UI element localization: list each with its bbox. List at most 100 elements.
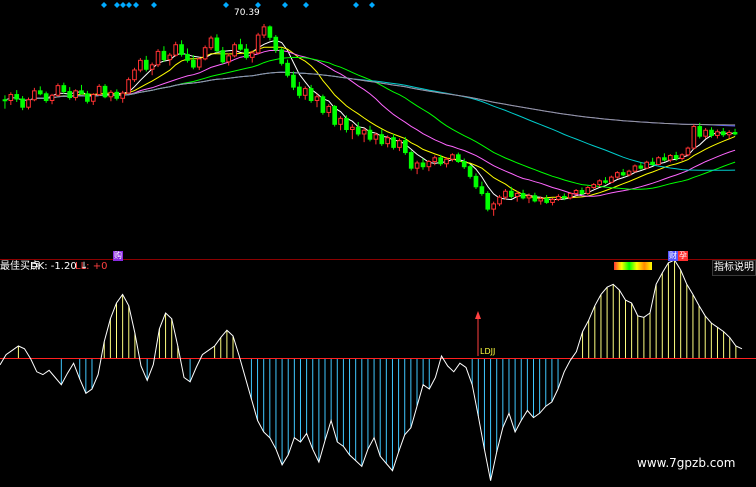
candle-body: [120, 92, 126, 99]
candle-body: [373, 134, 379, 140]
candle-body: [632, 165, 638, 172]
ma20-line: [4, 49, 736, 197]
candle-body: [503, 190, 508, 198]
candle-body: [279, 49, 285, 64]
tag-gou: 购: [113, 251, 123, 261]
candle-body: [338, 117, 343, 125]
candle-body: [185, 53, 190, 61]
tag-yun: 孕: [678, 251, 688, 261]
candle-body: [302, 88, 308, 96]
ma10-line: [4, 46, 736, 200]
candle-body: [403, 140, 408, 154]
indicator-help-button[interactable]: 指标说明: [712, 260, 756, 276]
candle-body: [656, 157, 661, 165]
candle-body: [697, 126, 703, 137]
candle-body: [473, 175, 479, 188]
candle-body: [544, 198, 549, 203]
candle-body: [591, 184, 597, 189]
candle-body: [191, 59, 196, 68]
candle-body: [485, 192, 491, 210]
ma5-line: [4, 39, 736, 201]
candle-body: [726, 131, 732, 136]
candle-body: [715, 131, 720, 136]
candle-body: [709, 129, 714, 136]
candle-body: [267, 26, 273, 38]
candle-body: [138, 59, 143, 71]
candle-body: [609, 176, 614, 183]
candle-body: [679, 154, 685, 160]
candle-body: [297, 86, 302, 96]
candle-body: [261, 26, 267, 36]
candle-body: [355, 126, 361, 135]
moving-averages: [4, 39, 736, 201]
tag-cai: 财: [668, 251, 678, 261]
candle-body: [202, 47, 208, 60]
candle-body: [255, 34, 261, 54]
candle-body: [73, 90, 78, 99]
top-marker: [120, 2, 126, 8]
candle-body: [644, 161, 650, 169]
candle-body: [79, 90, 84, 95]
candle-body: [361, 129, 367, 135]
chart-canvas: [0, 2, 756, 481]
candle-body: [603, 180, 608, 183]
candle-body: [638, 165, 644, 169]
candle-body: [479, 186, 485, 194]
candle-body: [226, 55, 232, 63]
candle-body: [408, 152, 414, 169]
high-price-label: 70.39: [234, 8, 260, 18]
candle-body: [61, 85, 67, 93]
candle-body: [514, 192, 520, 197]
candle-body: [573, 190, 579, 194]
candle-body: [37, 90, 43, 95]
top-marker: [133, 2, 139, 8]
candle-body: [102, 85, 108, 98]
candle-body: [308, 88, 314, 102]
candle-body: [367, 129, 373, 140]
candle-body: [155, 50, 161, 66]
candle-body: [673, 155, 679, 160]
candle-body: [685, 147, 691, 156]
candle-body: [650, 161, 655, 165]
candle-body: [32, 90, 37, 101]
candle-body: [667, 155, 673, 161]
candle-body: [438, 157, 443, 165]
candle-body: [326, 105, 332, 113]
candle-body: [550, 198, 555, 203]
candle-body: [567, 192, 573, 199]
candle-body: [597, 180, 602, 186]
candle-body: [244, 48, 249, 58]
candle-body: [167, 54, 173, 61]
candle-body: [450, 154, 455, 160]
candle-body: [526, 195, 532, 199]
candle-body: [149, 64, 155, 70]
top-marker: [303, 2, 309, 8]
candle-body: [461, 160, 467, 168]
top-marker: [101, 2, 107, 8]
candle-body: [132, 69, 137, 81]
candle-body: [579, 190, 585, 194]
candle-body: [397, 140, 402, 148]
top-marker: [223, 2, 229, 8]
candle-body: [20, 98, 25, 108]
candle-body: [273, 36, 279, 51]
candle-body: [497, 196, 502, 205]
candle-body: [703, 129, 708, 137]
candle-body: [508, 190, 514, 197]
candle-body: [691, 126, 697, 149]
candle-body: [26, 99, 31, 108]
candle-body: [391, 137, 396, 148]
candle-body: [385, 137, 390, 145]
candle-body: [114, 91, 120, 99]
candle-body: [14, 94, 20, 100]
candle-body: [55, 85, 61, 96]
top-marker: [114, 2, 120, 8]
candle-body: [561, 195, 567, 199]
candle-body: [532, 195, 538, 202]
candle-body: [232, 44, 237, 57]
candles: [2, 23, 738, 216]
candle-body: [238, 44, 243, 50]
candle-body: [291, 74, 296, 88]
candle-body: [426, 160, 432, 168]
candle-body: [332, 105, 337, 125]
